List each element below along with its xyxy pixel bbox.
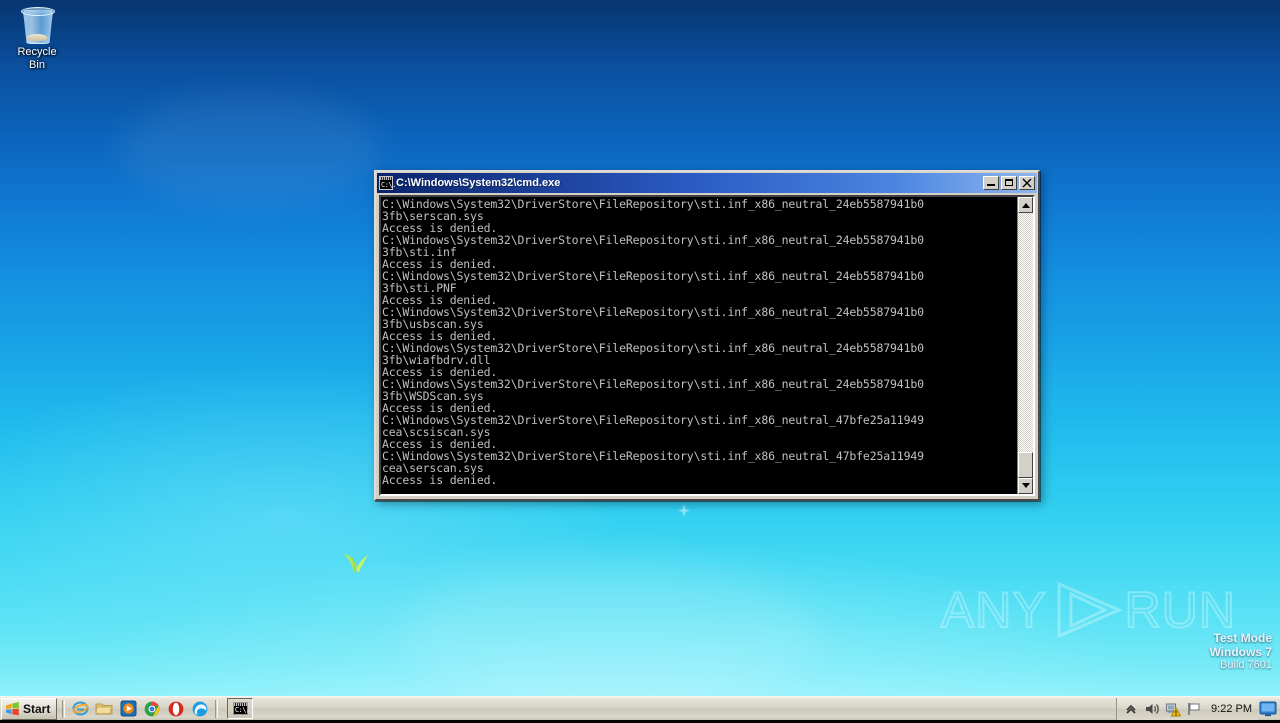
quick-launch-opera[interactable] — [164, 698, 188, 720]
maximize-button[interactable] — [1001, 176, 1017, 190]
quick-launch-edge[interactable] — [188, 698, 212, 720]
desktop-icon-recycle-bin[interactable]: Recycle Bin — [8, 6, 66, 72]
cmd-window-title: C:\Windows\System32\cmd.exe — [396, 177, 561, 189]
recycle-bin-icon — [20, 6, 55, 44]
cmd-console-icon: C:\. — [232, 702, 250, 715]
scroll-up-button[interactable] — [1018, 197, 1033, 213]
taskbar[interactable]: Start C:\. 9:22 PM — [0, 696, 1280, 720]
console-line: C:\Windows\System32\DriverStore\FileRepo… — [382, 233, 924, 247]
close-icon — [1022, 178, 1032, 188]
minimize-button[interactable] — [983, 176, 999, 190]
wallpaper-leaf-sprig — [344, 554, 368, 574]
scroll-down-icon — [1021, 483, 1030, 488]
cmd-window[interactable]: C:\. C:\Windows\System32\cmd.exe C:\Wind… — [374, 170, 1040, 501]
quick-launch-chrome[interactable] — [140, 698, 164, 720]
console-line: C:\Windows\System32\DriverStore\FileRepo… — [382, 269, 924, 283]
scroll-up-icon — [1021, 203, 1030, 208]
system-tray[interactable]: 9:22 PM — [1116, 697, 1258, 720]
quick-launch-media-player[interactable] — [116, 698, 140, 720]
internet-explorer-icon — [72, 701, 89, 716]
console-line: Access is denied. — [382, 473, 498, 487]
windows-explorer-icon — [95, 703, 113, 715]
task-button-area[interactable]: C:\. — [227, 698, 254, 719]
windows-flag-icon — [5, 701, 20, 716]
show-hidden-icons-icon[interactable] — [1123, 701, 1139, 717]
quick-launch-separator — [62, 699, 66, 718]
cmd-console-icon: C:\. — [379, 176, 396, 190]
close-button[interactable] — [1019, 176, 1035, 190]
minimize-icon — [987, 177, 995, 186]
cmd-task-icon-text: C:\. — [234, 706, 250, 714]
chrome-icon — [144, 701, 160, 716]
console-scrollbar[interactable] — [1017, 197, 1033, 494]
task-bar-separator — [215, 699, 219, 718]
opera-icon — [168, 701, 184, 716]
cmd-window-client-area[interactable]: C:\Windows\System32\DriverStore\FileRepo… — [379, 195, 1035, 496]
quick-launch-bar[interactable] — [68, 698, 212, 720]
quick-launch-windows-explorer[interactable] — [92, 698, 116, 720]
action-center-flag-icon[interactable] — [1186, 701, 1202, 717]
cmd-icon-text: C:\. — [381, 181, 396, 189]
cmd-window-titlebar[interactable]: C:\. C:\Windows\System32\cmd.exe — [377, 173, 1037, 193]
quick-launch-internet-explorer[interactable] — [68, 698, 92, 720]
scrollbar-track[interactable] — [1018, 213, 1033, 478]
network-warning-icon[interactable] — [1165, 701, 1182, 717]
start-button[interactable]: Start — [1, 697, 58, 720]
scrollbar-thumb[interactable] — [1018, 452, 1033, 478]
desktop-background[interactable]: Recycle Bin ANY RUN Test Mode Windows 7 … — [0, 0, 1280, 696]
show-desktop-button[interactable] — [1258, 700, 1278, 718]
wallpaper-glow — [120, 90, 380, 210]
start-button-label: Start — [23, 701, 51, 716]
scroll-down-button[interactable] — [1018, 478, 1033, 494]
console-output[interactable]: C:\Windows\System32\DriverStore\FileRepo… — [381, 197, 1017, 494]
taskbar-clock[interactable]: 9:22 PM — [1207, 702, 1256, 716]
media-player-icon — [120, 700, 137, 717]
recycle-bin-label: Recycle Bin — [17, 46, 57, 71]
edge-icon — [192, 701, 208, 716]
cmd-task-button[interactable]: C:\. — [227, 698, 254, 719]
volume-icon[interactable] — [1144, 701, 1160, 717]
maximize-icon — [1005, 179, 1013, 186]
